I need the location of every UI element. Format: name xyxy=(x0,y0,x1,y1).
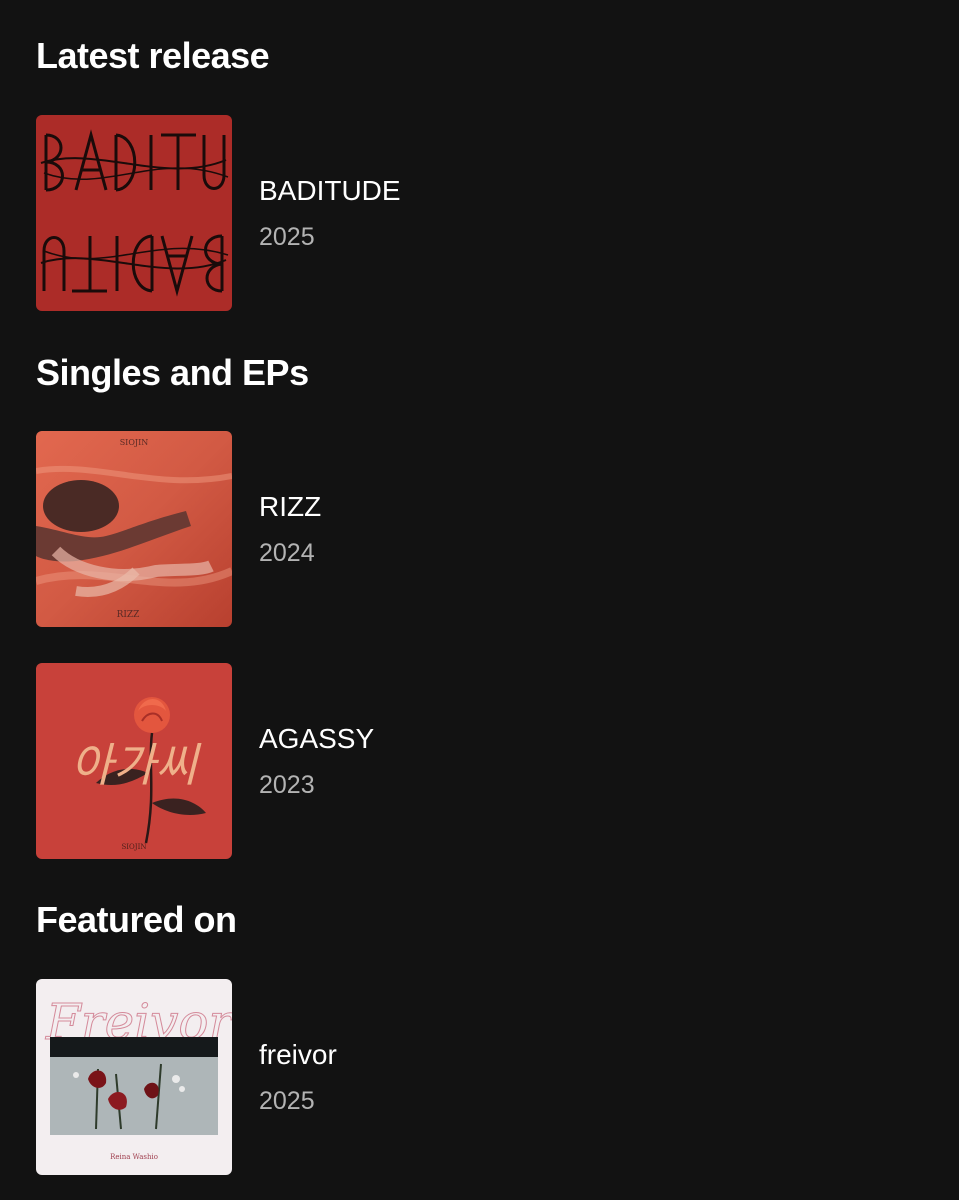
release-item-agassy[interactable]: 아가씨 SIOJIN AGASSY 2023 xyxy=(36,663,916,859)
release-year: 2024 xyxy=(259,539,315,567)
release-title: freivor xyxy=(259,1039,337,1070)
release-item-freivor[interactable]: Freivor Reina Washio freivor 2025 xyxy=(36,979,916,1175)
release-meta: BADITUDE 2025 xyxy=(259,174,401,252)
release-meta: RIZZ 2024 xyxy=(259,490,321,568)
rizz-album-cover: SIOJIN RIZZ xyxy=(36,431,232,627)
baditude-album-cover xyxy=(36,115,232,311)
freivor-album-cover: Freivor Reina Washio xyxy=(36,979,232,1175)
svg-text:아가씨: 아가씨 xyxy=(71,738,203,792)
release-year: 2023 xyxy=(259,771,315,799)
agassy-album-cover: 아가씨 SIOJIN xyxy=(36,663,232,859)
svg-text:SIOJIN: SIOJIN xyxy=(120,438,149,447)
release-meta: freivor 2025 xyxy=(259,1038,337,1116)
release-year: 2025 xyxy=(259,1087,315,1115)
svg-text:RIZZ: RIZZ xyxy=(117,610,140,620)
section-title-featured-on: Featured on xyxy=(36,899,237,940)
release-item-baditude[interactable]: BADITUDE 2025 xyxy=(36,115,916,311)
svg-text:SIOJIN: SIOJIN xyxy=(122,843,147,851)
section-title-singles-and-eps: Singles and EPs xyxy=(36,352,309,393)
release-year: 2025 xyxy=(259,223,315,251)
release-meta: AGASSY 2023 xyxy=(259,722,374,800)
release-title: AGASSY xyxy=(259,723,375,754)
svg-text:Reina Washio: Reina Washio xyxy=(110,1153,158,1161)
section-title-latest-release: Latest release xyxy=(36,35,270,76)
release-item-rizz[interactable]: SIOJIN RIZZ RIZZ 2024 xyxy=(36,431,916,627)
release-title: BADITUDE xyxy=(259,175,401,206)
release-title: RIZZ xyxy=(259,491,322,522)
